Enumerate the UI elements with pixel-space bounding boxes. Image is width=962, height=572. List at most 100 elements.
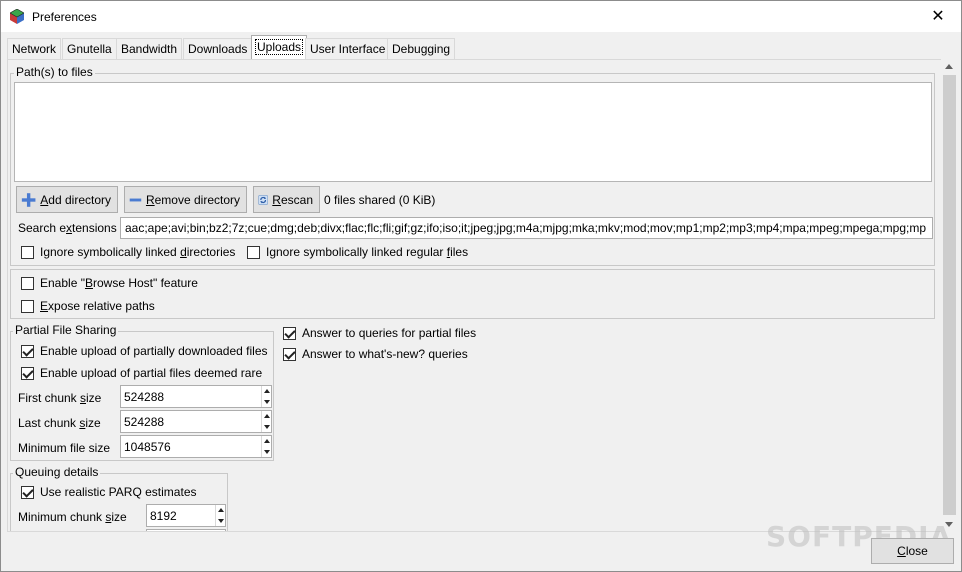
shared-paths-list[interactable] (14, 82, 932, 182)
spinner-value: 1048576 (124, 440, 171, 454)
label-post: ize (111, 510, 127, 524)
spin-up-icon[interactable] (218, 508, 224, 512)
spinner-arrows[interactable] (261, 411, 271, 432)
checkbox-box (247, 245, 260, 259)
checkbox-label: Enable upload of partially downloaded fi… (40, 344, 268, 358)
scroll-thumb[interactable] (943, 75, 956, 515)
checkbox-label: Answer to queries for partial files (302, 326, 477, 340)
tab-label: User Interface (310, 42, 386, 56)
spin-up-icon[interactable] (264, 389, 270, 393)
label-rest: escan (280, 192, 313, 207)
spinner-value: 8192 (150, 509, 177, 523)
label-post: rowse Host" feature (92, 276, 198, 290)
label-pre: Ignore symbolically linked regular (266, 245, 447, 259)
minimum-chunk-size-label: Minimum chunk size (18, 510, 127, 524)
label-rest: dd directory (48, 192, 111, 207)
spin-up-icon[interactable] (264, 439, 270, 443)
mnemonic: E (40, 299, 49, 313)
browse-host-checkbox[interactable]: Enable "Browse Host" feature (21, 276, 198, 290)
checkbox-label: Answer to what's-new? queries (302, 347, 468, 361)
first-chunk-size-label: First chunk size (18, 391, 101, 405)
tab-label: Gnutella (67, 42, 112, 56)
tab-gnutella[interactable]: Gnutella (62, 38, 117, 60)
rescan-button[interactable]: Rescan (253, 186, 320, 213)
mnemonic: B (84, 276, 93, 290)
minimum-file-size-label: Minimum file size (18, 441, 111, 455)
minimum-file-size-spinner[interactable]: 1048576 (120, 435, 272, 458)
files-shared-status: 0 files shared (0 KiB) (324, 193, 436, 207)
enable-partial-upload-checkbox[interactable]: Enable upload of partially downloaded fi… (21, 344, 268, 358)
checkbox-box (283, 347, 296, 361)
label-post: ize (85, 416, 101, 430)
tab-downloads[interactable]: Downloads (183, 38, 253, 60)
spin-up-icon[interactable] (264, 414, 270, 418)
label-post: tensions (72, 221, 117, 235)
refresh-icon (258, 194, 269, 205)
window-close-icon[interactable]: ✕ (915, 1, 961, 32)
spinner-arrows[interactable] (261, 386, 271, 407)
checkbox-box (21, 485, 34, 499)
checkbox-box (21, 366, 34, 380)
uploads-panel: Path(s) to files Add directory Remove di… (7, 59, 943, 532)
label-post: ize (86, 391, 102, 405)
window-title: Preferences (32, 10, 97, 24)
mnemonic: C (897, 544, 906, 558)
checkbox-box (21, 276, 34, 290)
spinner-arrows[interactable] (261, 436, 271, 457)
mnemonic: d (180, 245, 187, 259)
label-post: irectories (186, 245, 236, 259)
ignore-linked-files-checkbox[interactable]: Ignore symbolically linked regular files (247, 245, 468, 259)
queuing-group-label: Queuing details (13, 465, 101, 479)
spin-down-icon[interactable] (264, 425, 270, 429)
tab-debugging[interactable]: Debugging (387, 38, 456, 60)
remove-directory-button[interactable]: Remove directory (124, 186, 247, 213)
expose-relative-paths-checkbox[interactable]: Expose relative paths (21, 299, 155, 313)
spin-down-icon[interactable] (264, 400, 270, 404)
checkbox-label: Ignore symbolically linked directories (40, 245, 235, 259)
label-pre: Minimum chunk (18, 510, 106, 524)
tab-user-interface[interactable]: User Interface (305, 38, 391, 60)
add-directory-label: Add directory (40, 193, 111, 207)
realistic-parq-checkbox[interactable]: Use realistic PARQ estimates (21, 485, 197, 499)
mnemonic: R (145, 192, 155, 207)
tab-uploads[interactable]: Uploads (251, 35, 308, 60)
title-bar: Preferences ✕ (1, 1, 961, 32)
next-spinner-partial[interactable] (146, 529, 226, 531)
spin-down-icon[interactable] (264, 450, 270, 454)
tab-label: Debugging (392, 42, 451, 56)
add-icon (21, 192, 36, 207)
search-extensions-input[interactable]: aac;ape;avi;bin;bz2;7z;cue;dmg;deb;divx;… (120, 217, 933, 239)
spin-down-icon[interactable] (218, 519, 224, 523)
tab-bandwidth[interactable]: Bandwidth (116, 38, 183, 60)
spinner-value: 524288 (124, 390, 165, 404)
tab-network[interactable]: Network (7, 38, 62, 60)
label-pre: Search e (18, 221, 67, 235)
close-button[interactable]: Close (871, 538, 954, 564)
checkbox-label: Use realistic PARQ estimates (40, 485, 197, 499)
checkbox-label: Enable upload of partial files deemed ra… (40, 366, 263, 380)
label-pre: Enable " (40, 276, 85, 290)
checkbox-box (283, 326, 296, 340)
add-directory-button[interactable]: Add directory (16, 186, 118, 213)
paths-group-label: Path(s) to files (14, 65, 95, 79)
label-post: xpose relative paths (48, 299, 155, 313)
scroll-up-icon[interactable] (945, 64, 953, 69)
last-chunk-size-spinner[interactable]: 524288 (120, 410, 272, 433)
label-pre: First chunk (18, 391, 81, 405)
enable-rare-upload-checkbox[interactable]: Enable upload of partial files deemed ra… (21, 366, 262, 380)
spinner-arrows[interactable] (215, 505, 225, 526)
tab-label: Network (12, 42, 57, 56)
checkbox-label: Enable "Browse Host" feature (40, 276, 198, 290)
answer-whats-new-checkbox[interactable]: Answer to what's-new? queries (283, 347, 468, 361)
vertical-scrollbar[interactable] (941, 59, 958, 532)
label-post: iles (450, 245, 469, 259)
minimum-chunk-size-spinner[interactable]: 8192 (146, 504, 226, 527)
first-chunk-size-spinner[interactable]: 524288 (120, 385, 272, 408)
app-cube-icon (10, 9, 24, 24)
search-extensions-label: Search extensions (18, 221, 117, 235)
label-rest: emove directory (154, 192, 240, 207)
answer-partial-queries-checkbox[interactable]: Answer to queries for partial files (283, 326, 476, 340)
mnemonic: R (272, 192, 281, 207)
ignore-linked-directories-checkbox[interactable]: Ignore symbolically linked directories (21, 245, 235, 259)
label-rest: lose (905, 544, 928, 558)
